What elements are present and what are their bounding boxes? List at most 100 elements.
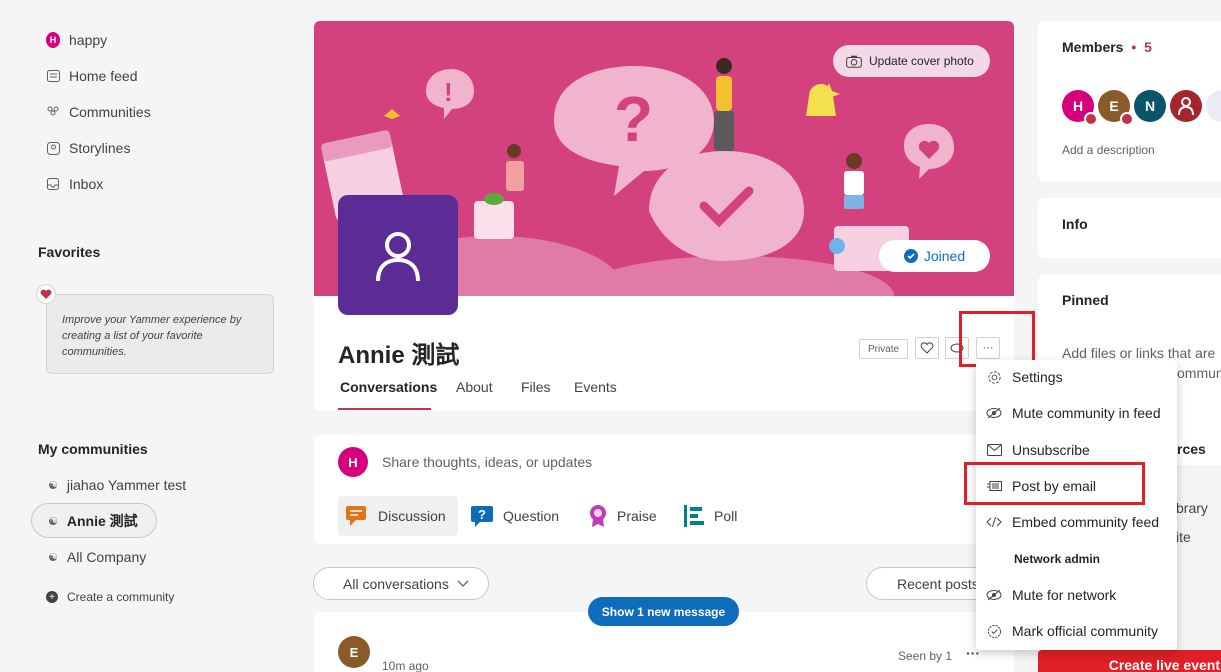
favorites-hint: Improve your Yammer experience by creati… — [46, 294, 274, 374]
tab-conversations[interactable]: Conversations — [340, 379, 437, 395]
menu-item-mute-network[interactable]: Mute for network — [976, 578, 1177, 612]
camera-icon — [846, 55, 862, 68]
sidebar-item-communities[interactable]: Communities — [46, 100, 151, 124]
update-cover-photo-button[interactable]: Update cover photo — [833, 45, 990, 77]
community-label: jiahao Yammer test — [66, 477, 187, 493]
community-label: Annie 測試 — [66, 513, 138, 529]
joined-button[interactable]: Joined — [879, 240, 990, 272]
menu-item-label: Unsubscribe — [1012, 442, 1090, 458]
members-title: Members • 5 — [1062, 39, 1152, 55]
gear-icon — [986, 369, 1002, 385]
community-options-menu: Settings Mute community in feed Unsubscr… — [976, 360, 1177, 650]
heart-icon — [36, 284, 56, 304]
show-new-message-button[interactable]: Show 1 new message — [588, 597, 739, 626]
check-circle-icon — [903, 249, 918, 263]
private-badge: Private — [859, 339, 908, 359]
filter-label: All conversations — [343, 575, 449, 592]
code-icon — [986, 514, 1002, 530]
post-type-question[interactable]: ? Question — [471, 496, 559, 536]
verified-badge-icon — [986, 623, 1002, 639]
favorites-heading: Favorites — [38, 244, 101, 260]
person-icon — [376, 232, 420, 282]
highlight-more-options — [959, 311, 1035, 367]
composer-input[interactable]: Share thoughts, ideas, or updates — [382, 454, 592, 470]
post-type-label: Poll — [714, 508, 738, 524]
post-type-label: Question — [503, 508, 560, 524]
mute-eye-icon — [986, 587, 1002, 603]
person-icon — [1178, 97, 1194, 115]
member-avatar[interactable]: N — [1134, 90, 1166, 122]
community-avatar — [338, 195, 458, 315]
active-tab-indicator — [338, 408, 431, 410]
post-type-poll[interactable]: Poll — [684, 496, 737, 536]
tab-about[interactable]: About — [456, 379, 493, 395]
sidebar-community-jiahao[interactable]: ☯ jiahao Yammer test — [48, 474, 186, 496]
info-card: Info — [1038, 198, 1221, 258]
network-admin-heading: Network admin — [1014, 552, 1101, 566]
menu-item-embed-feed[interactable]: Embed community feed — [976, 505, 1177, 539]
admin-badge-icon — [1084, 112, 1098, 126]
add-description-link[interactable]: Add a description — [1062, 143, 1155, 157]
post-type-label: Praise — [617, 508, 657, 524]
sort-label: Recent posts — [897, 575, 979, 592]
menu-item-settings[interactable]: Settings — [976, 360, 1177, 394]
post-timestamp: 10m ago — [382, 659, 429, 672]
tab-events[interactable]: Events — [574, 379, 617, 395]
member-avatar[interactable]: H — [1062, 90, 1098, 126]
community-label: All Company — [66, 549, 147, 565]
sidebar-item-label: Home feed — [69, 68, 138, 84]
menu-item-mute-community[interactable]: Mute community in feed — [976, 396, 1177, 430]
menu-item-label: Mute community in feed — [1012, 405, 1161, 421]
inbox-icon — [46, 177, 60, 191]
member-avatar[interactable] — [1170, 90, 1202, 122]
favorite-button[interactable] — [915, 337, 939, 359]
my-communities-heading: My communities — [38, 441, 148, 457]
member-avatar[interactable]: E — [1098, 90, 1134, 126]
resources-title: rces — [1177, 441, 1206, 457]
chevron-down-icon — [457, 580, 469, 587]
create-community-link[interactable]: + Create a community — [46, 586, 174, 608]
svg-text:!: ! — [444, 77, 453, 107]
create-live-event-button[interactable]: Create live event — [1038, 650, 1221, 672]
pinned-hint-continued: ommun — [1177, 365, 1221, 381]
resource-link-site[interactable]: ite — [1176, 529, 1191, 545]
members-count: 5 — [1144, 39, 1152, 55]
sidebar-community-all-company[interactable]: ☯ All Company — [48, 546, 146, 568]
community-title: Annie 測試 — [338, 342, 460, 369]
poll-icon — [684, 505, 704, 527]
joined-label: Joined — [923, 248, 966, 264]
sidebar-item-storylines[interactable]: Storylines — [46, 136, 130, 160]
home-feed-icon — [46, 69, 60, 83]
sidebar-item-home-feed[interactable]: Home feed — [46, 64, 137, 88]
sidebar-item-label: Storylines — [69, 140, 131, 156]
sidebar-item-label: happy — [69, 32, 108, 48]
praise-icon — [590, 505, 606, 527]
tab-files[interactable]: Files — [521, 379, 551, 395]
update-cover-label: Update cover photo — [869, 54, 974, 68]
user-avatar-icon: H — [46, 32, 60, 48]
svg-text:?: ? — [614, 83, 653, 155]
create-community-label: Create a community — [67, 590, 175, 604]
post-type-discussion[interactable]: Discussion — [338, 496, 458, 536]
menu-item-label: Embed community feed — [1012, 514, 1160, 530]
menu-item-mark-official[interactable]: Mark official community — [976, 614, 1177, 648]
sidebar-item-inbox[interactable]: Inbox — [46, 172, 103, 196]
post-type-praise[interactable]: Praise — [587, 496, 657, 536]
composer-avatar: H — [338, 447, 368, 477]
sidebar-community-annie[interactable]: ☯ Annie 測試 — [48, 510, 138, 532]
heart-outline-icon — [920, 342, 934, 354]
menu-item-label: Mute for network — [1012, 587, 1117, 603]
sidebar-item-happy[interactable]: H happy — [46, 28, 107, 52]
menu-item-label: Settings — [1012, 369, 1063, 385]
info-title: Info — [1062, 216, 1088, 232]
question-icon: ? — [471, 506, 493, 527]
mail-icon — [986, 442, 1002, 458]
sidebar-item-label: Communities — [69, 104, 151, 120]
conversations-filter-dropdown[interactable]: All conversations — [313, 567, 489, 600]
seen-by-count[interactable]: Seen by 1 — [898, 649, 952, 663]
post-author-avatar[interactable]: E — [338, 636, 370, 668]
post-type-label: Discussion — [378, 508, 446, 524]
resource-link-library[interactable]: brary — [1176, 500, 1208, 516]
storylines-icon — [46, 141, 60, 155]
more-members-avatar[interactable] — [1206, 90, 1221, 122]
